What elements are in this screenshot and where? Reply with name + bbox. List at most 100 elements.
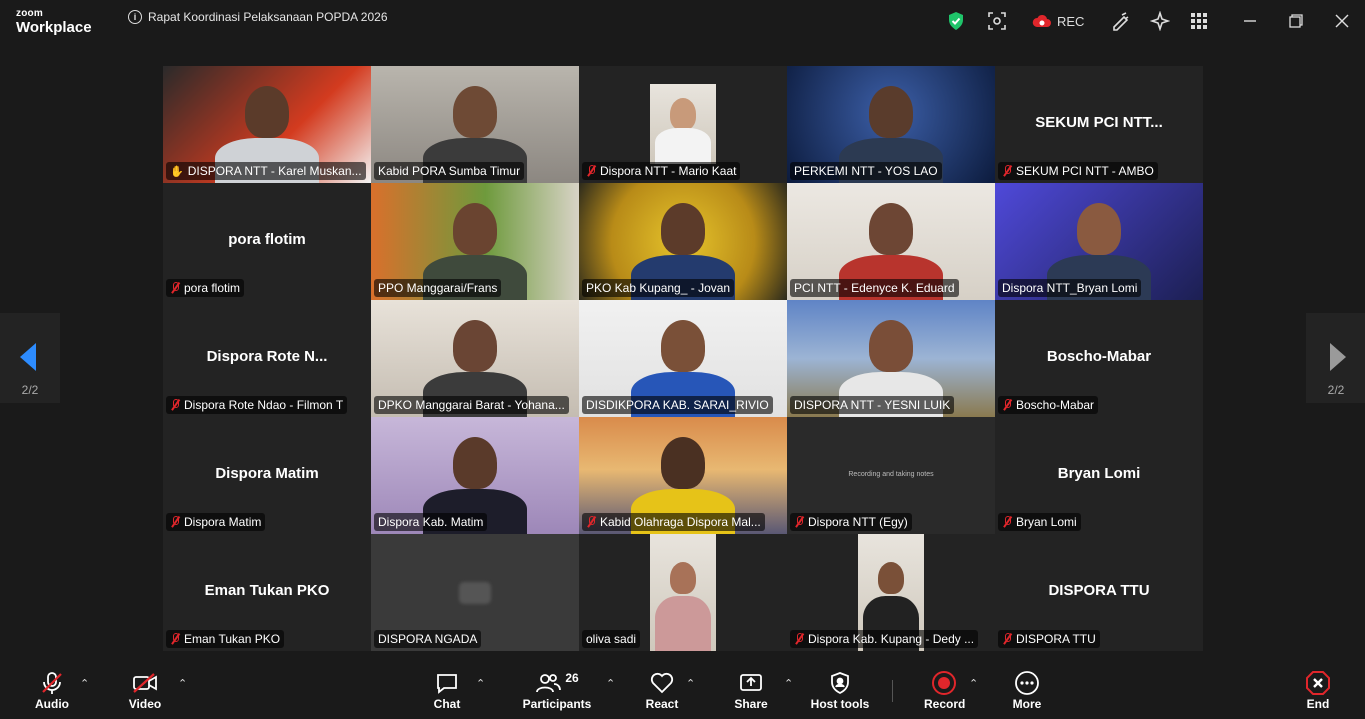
minimize-icon[interactable] [1242, 10, 1258, 32]
participant-tile[interactable]: SEKUM PCI NTT... SEKUM PCI NTT - AMBO [995, 66, 1203, 183]
participant-name-label: oliva sadi [582, 630, 641, 648]
participant-tile[interactable]: DISPORA TTU DISPORA TTU [995, 534, 1203, 651]
participant-display-name: Boscho-Mabar [1046, 348, 1152, 365]
participant-face [869, 320, 913, 372]
participant-display-name: Dispora Matim [215, 465, 319, 482]
participant-tile[interactable]: PERKEMI NTT - YOS LAO [787, 66, 995, 183]
participant-name: DISPORA TTU [1016, 632, 1096, 646]
record-cloud-button[interactable]: REC [1032, 10, 1084, 32]
participant-tile[interactable]: Dispora NTT_Bryan Lomi [995, 183, 1203, 300]
meeting-info[interactable]: i Rapat Koordinasi Pelaksanaan POPDA 202… [128, 10, 388, 24]
participant-face [869, 86, 913, 138]
record-button[interactable]: Record [924, 669, 965, 711]
participant-tile[interactable]: Dispora NTT - Mario Kaat [579, 66, 787, 183]
title-bar: zoom Workplace i Rapat Koordinasi Pelaks… [0, 0, 1365, 44]
participant-name-label: Dispora NTT (Egy) [790, 513, 912, 531]
participant-tile[interactable]: Boscho-Mabar Boscho-Mabar [995, 300, 1203, 417]
participant-tile[interactable]: DPKO Manggarai Barat - Yohana... [371, 300, 579, 417]
participant-display-name: pora flotim [228, 231, 306, 248]
participant-tile[interactable]: DISDIKPORA KAB. SARAI_RIVIO [579, 300, 787, 417]
audio-options-caret[interactable]: ⌃ [80, 677, 89, 690]
mic-muted-icon [1002, 516, 1012, 528]
participant-name: DISPORA NTT - Karel Muskan... [187, 164, 362, 178]
host-tools-button[interactable]: Host tools [810, 669, 870, 711]
participant-name-label: DISPORA NTT - YESNI LUIK [790, 396, 955, 414]
mic-muted-icon [34, 669, 70, 697]
video-button[interactable]: Video [126, 669, 164, 711]
mic-muted-icon [170, 516, 180, 528]
shared-screen-text: Recording and taking notes [848, 471, 934, 478]
participants-options-caret[interactable]: ⌃ [606, 677, 615, 690]
chat-label: Chat [433, 697, 461, 711]
participant-name: PERKEMI NTT - YOS LAO [794, 164, 938, 178]
logo-bottom: Workplace [16, 19, 92, 36]
participant-name-label: Dispora Kab. Kupang - Dedy ... [790, 630, 979, 648]
mic-muted-icon [1002, 399, 1012, 411]
participant-name: Dispora NTT (Egy) [808, 515, 908, 529]
restore-icon[interactable] [1288, 10, 1304, 32]
participant-tile[interactable]: PKO Kab Kupang_ - Jovan [579, 183, 787, 300]
chat-icon [429, 669, 465, 697]
record-icon [924, 669, 964, 697]
participant-name-label: Boscho-Mabar [998, 396, 1099, 414]
share-options-caret[interactable]: ⌃ [784, 677, 793, 690]
end-icon [1300, 669, 1336, 697]
ai-companion-icon[interactable] [1150, 10, 1170, 32]
video-options-caret[interactable]: ⌃ [178, 677, 187, 690]
chat-options-caret[interactable]: ⌃ [476, 677, 485, 690]
annotate-icon[interactable] [1110, 10, 1130, 32]
participant-face [661, 320, 705, 372]
participant-tile[interactable]: Dispora Kab. Kupang - Dedy ... [787, 534, 995, 651]
react-button[interactable]: React [643, 669, 681, 711]
participant-name-label: SEKUM PCI NTT - AMBO [998, 162, 1158, 180]
share-button[interactable]: Share [733, 669, 769, 711]
security-shield-icon[interactable] [946, 10, 966, 32]
page-indicator-right: 2/2 [1327, 383, 1345, 397]
chat-button[interactable]: Chat [429, 669, 465, 711]
participant-tile[interactable]: Bryan Lomi Bryan Lomi [995, 417, 1203, 534]
participant-grid: ✋ DISPORA NTT - Karel Muskan... Kabid PORA… [163, 66, 1203, 651]
more-button[interactable]: More [1009, 669, 1045, 711]
participants-count: 26 [565, 671, 579, 685]
audio-button[interactable]: Audio [34, 669, 70, 711]
participant-tile[interactable]: Dispora Matim Dispora Matim [163, 417, 371, 534]
meeting-toolbar: Audio ⌃ Video ⌃ Chat ⌃ 26 Participants ⌃… [0, 661, 1365, 719]
view-grid-icon[interactable] [1190, 10, 1208, 32]
participant-tile[interactable]: DISPORA NTT - YESNI LUIK [787, 300, 995, 417]
participant-tile[interactable]: ✋ DISPORA NTT - Karel Muskan... [163, 66, 371, 183]
info-icon[interactable]: i [128, 10, 142, 24]
participant-tile[interactable]: oliva sadi [579, 534, 787, 651]
participant-name: Kabid PORA Sumba Timur [378, 164, 521, 178]
participant-tile[interactable]: Dispora Rote N... Dispora Rote Ndao - Fil… [163, 300, 371, 417]
participant-tile[interactable]: Eman Tukan PKO Eman Tukan PKO [163, 534, 371, 651]
participant-tile[interactable]: PPO Manggarai/Frans [371, 183, 579, 300]
close-icon[interactable] [1334, 10, 1350, 32]
participant-tile[interactable]: Kabid PORA Sumba Timur [371, 66, 579, 183]
participant-tile[interactable]: DISPORA NGADA [371, 534, 579, 651]
participant-name-label: Kabid Olahraga Dispora Mal... [582, 513, 765, 531]
video-off-icon [126, 669, 164, 697]
share-screen-icon [733, 669, 769, 697]
previous-page-button[interactable]: 2/2 [0, 313, 60, 403]
participant-face [453, 320, 497, 372]
participant-face [661, 203, 705, 255]
record-options-caret[interactable]: ⌃ [969, 677, 978, 690]
participant-tile[interactable]: pora flotim pora flotim [163, 183, 371, 300]
mic-muted-icon [794, 633, 804, 645]
participant-name-label: Dispora Rote Ndao - Filmon T [166, 396, 348, 414]
camera-off-icon [459, 582, 491, 604]
toolbar-divider [892, 680, 893, 702]
participant-name-label: ✋ DISPORA NTT - Karel Muskan... [166, 162, 366, 180]
participants-button[interactable]: 26 Participants [521, 669, 593, 711]
end-button[interactable]: End [1300, 669, 1336, 711]
shield-icon [810, 669, 870, 697]
focus-view-icon[interactable] [987, 10, 1007, 32]
participant-tile[interactable]: Dispora Kab. Matim [371, 417, 579, 534]
next-page-button[interactable]: 2/2 [1306, 313, 1365, 403]
participant-tile[interactable]: Kabid Olahraga Dispora Mal... [579, 417, 787, 534]
participant-tile[interactable]: Recording and taking notes Dispora NTT (E… [787, 417, 995, 534]
logo-top: zoom [16, 8, 43, 19]
participant-tile[interactable]: PCI NTT - Edenyce K. Eduard [787, 183, 995, 300]
react-options-caret[interactable]: ⌃ [686, 677, 695, 690]
participant-face [670, 98, 696, 130]
